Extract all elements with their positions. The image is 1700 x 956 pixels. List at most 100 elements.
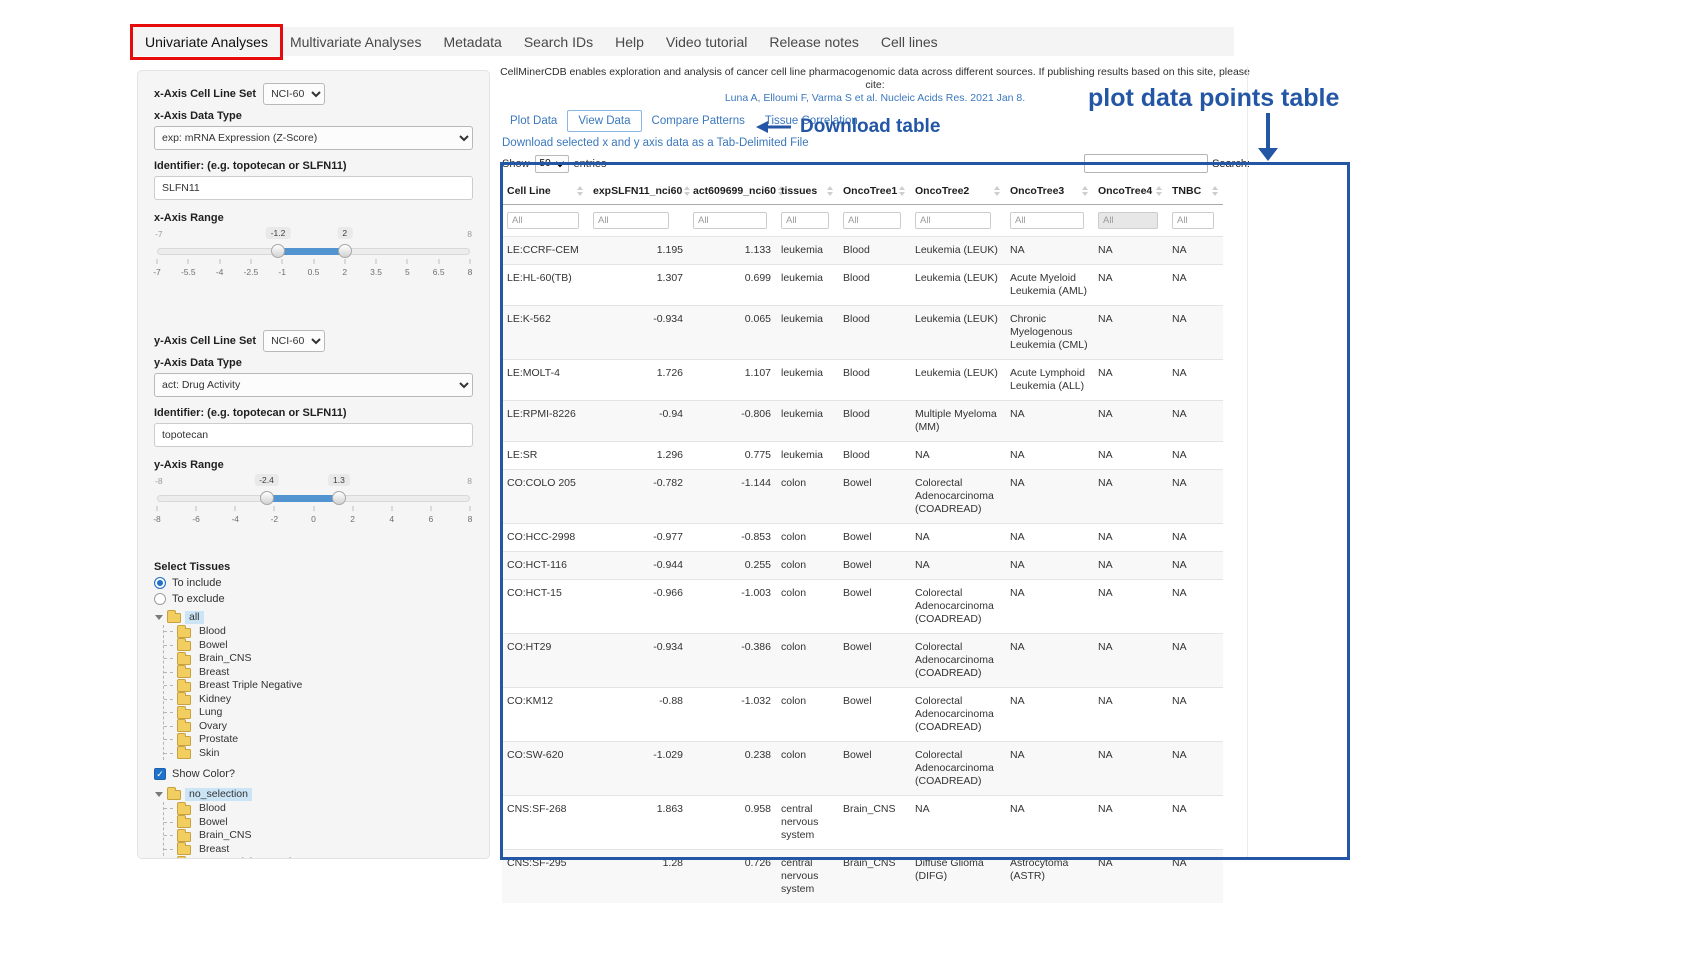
sort-icon[interactable] xyxy=(899,186,905,196)
entries-select[interactable]: 50 xyxy=(535,155,569,173)
col-header-oncotree2[interactable]: OncoTree2 xyxy=(910,178,1005,205)
tissue-tree-item-breast-triple-negative[interactable]: Breast Triple Negative xyxy=(164,679,473,693)
table-row[interactable]: CO:HCC-2998-0.977-0.853colonBowelNANANAN… xyxy=(502,524,1223,552)
tissue-tree-item-bowel[interactable]: Bowel xyxy=(164,639,473,653)
nav-item-cell-lines[interactable]: Cell lines xyxy=(870,28,949,56)
x-cell-line-set-select[interactable]: NCI-60 xyxy=(263,83,325,105)
table-row[interactable]: LE:CCRF-CEM1.1951.133leukemiaBloodLeukem… xyxy=(502,237,1223,265)
table-row[interactable]: LE:K-562-0.9340.065leukemiaBloodLeukemia… xyxy=(502,306,1223,360)
nav-item-search-ids[interactable]: Search IDs xyxy=(513,28,604,56)
table-row[interactable]: LE:HL-60(TB)1.3070.699leukemiaBloodLeuke… xyxy=(502,265,1223,306)
sort-icon[interactable] xyxy=(994,186,1000,196)
col-header-expslfn11-nci60[interactable]: expSLFN11_nci60 xyxy=(588,178,688,205)
filter-input-oncotree4[interactable] xyxy=(1098,212,1158,229)
citation-link[interactable]: Luna A, Elloumi F, Varma S et al. Nuclei… xyxy=(500,92,1250,105)
col-header-tissues[interactable]: tissues xyxy=(776,178,838,205)
sort-icon[interactable] xyxy=(1082,186,1088,196)
table-row[interactable]: LE:SR1.2960.775leukemiaBloodNANANANA xyxy=(502,442,1223,470)
filter-input-oncotree2[interactable] xyxy=(915,212,991,229)
tissue-tree-item-prostate[interactable]: Prostate xyxy=(164,733,473,747)
x-range-track[interactable] xyxy=(157,248,470,255)
sort-icon[interactable] xyxy=(684,186,690,196)
nav-item-release-notes[interactable]: Release notes xyxy=(758,28,870,56)
tree-caret-icon[interactable] xyxy=(155,615,163,620)
download-link[interactable]: Download selected x and y axis data as a… xyxy=(502,137,809,149)
table-row[interactable]: CO:HCT-116-0.9440.255colonBowelNANANANA xyxy=(502,552,1223,580)
tab-tissue-correlation[interactable]: Tissue Correlation xyxy=(755,111,868,131)
tissue-tree-item-kidney[interactable]: Kidney xyxy=(164,693,473,707)
table-row[interactable]: CO:KM12-0.88-1.032colonBowelColorectal A… xyxy=(502,688,1223,742)
col-header-oncotree4[interactable]: OncoTree4 xyxy=(1093,178,1167,205)
data-table: Cell LineexpSLFN11_nci60act609699_nci60t… xyxy=(502,178,1223,903)
col-header-oncotree3[interactable]: OncoTree3 xyxy=(1005,178,1093,205)
table-row[interactable]: CO:COLO 205-0.782-1.144colonBowelColorec… xyxy=(502,470,1223,524)
sort-icon[interactable] xyxy=(827,186,833,196)
color-tree-root-label[interactable]: no_selection xyxy=(185,788,252,801)
table-row[interactable]: CO:HCT-15-0.966-1.003colonBowelColorecta… xyxy=(502,580,1223,634)
tissue-include-radio[interactable]: To include xyxy=(154,577,473,589)
color-tree-item-blood[interactable]: Blood xyxy=(164,802,473,816)
nav-item-metadata[interactable]: Metadata xyxy=(432,28,512,56)
nav-item-help[interactable]: Help xyxy=(604,28,655,56)
show-color-checkbox[interactable]: ✓ Show Color? xyxy=(154,768,473,780)
x-data-type-select[interactable]: exp: mRNA Expression (Z-Score) xyxy=(154,126,473,150)
tissue-tree-item-breast[interactable]: Breast xyxy=(164,666,473,680)
tissue-tree-root[interactable]: all xyxy=(155,609,473,625)
x-identifier-input[interactable] xyxy=(154,176,473,200)
cell-cell-line: LE:RPMI-8226 xyxy=(502,401,588,442)
sort-icon[interactable] xyxy=(1212,186,1218,196)
y-range-handle-high[interactable] xyxy=(332,491,346,505)
table-row[interactable]: CNS:SF-2681.8630.958central nervous syst… xyxy=(502,796,1223,850)
tissue-exclude-radio[interactable]: To exclude xyxy=(154,593,473,605)
filter-input-act609699-nci60[interactable] xyxy=(693,212,767,229)
y-range-handle-low[interactable] xyxy=(260,491,274,505)
col-header-oncotree1[interactable]: OncoTree1 xyxy=(838,178,910,205)
col-header-cell-line[interactable]: Cell Line xyxy=(502,178,588,205)
filter-input-tnbc[interactable] xyxy=(1172,212,1214,229)
x-range-slider[interactable]: -78-1.22-7-5.5-4-2.5-10.523.556.58 xyxy=(157,242,470,284)
table-row[interactable]: CO:HT29-0.934-0.386colonBowelColorectal … xyxy=(502,634,1223,688)
color-tree-item-breast[interactable]: Breast xyxy=(164,843,473,857)
nav-item-video-tutorial[interactable]: Video tutorial xyxy=(655,28,758,56)
sort-icon[interactable] xyxy=(577,186,583,196)
tissue-tree-item-brain-cns[interactable]: Brain_CNS xyxy=(164,652,473,666)
table-row[interactable]: LE:RPMI-8226-0.94-0.806leukemiaBloodMult… xyxy=(502,401,1223,442)
tree-caret-icon[interactable] xyxy=(155,792,163,797)
y-range-slider[interactable]: -88-2.41.3-8-6-4-202468 xyxy=(157,489,470,531)
nav-item-multivariate-analyses[interactable]: Multivariate Analyses xyxy=(279,28,433,56)
table-row[interactable]: CNS:SF-2951.280.726central nervous syste… xyxy=(502,850,1223,904)
search-input[interactable] xyxy=(1084,154,1208,173)
cell-cell-line: CO:SW-620 xyxy=(502,742,588,796)
cell-oncotree1: Bowel xyxy=(838,634,910,688)
x-range-handle-high[interactable] xyxy=(338,244,352,258)
y-range-track[interactable] xyxy=(157,495,470,502)
color-tree-item-breast-triple-negative[interactable]: Breast Triple Negative xyxy=(164,856,473,859)
color-tree-root[interactable]: no_selection xyxy=(155,786,473,802)
cell-oncotree1: Bowel xyxy=(838,688,910,742)
filter-input-cell-line[interactable] xyxy=(507,212,579,229)
col-header-act609699-nci60[interactable]: act609699_nci60 xyxy=(688,178,776,205)
y-identifier-input[interactable] xyxy=(154,423,473,447)
sort-icon[interactable] xyxy=(1156,186,1162,196)
color-tree-item-brain-cns[interactable]: Brain_CNS xyxy=(164,829,473,843)
tissue-tree-item-lung[interactable]: Lung xyxy=(164,706,473,720)
tissue-tree-item-skin[interactable]: Skin xyxy=(164,747,473,761)
x-range-handle-low[interactable] xyxy=(271,244,285,258)
tab-view-data[interactable]: View Data xyxy=(567,110,641,132)
y-cell-line-set-select[interactable]: NCI-60 xyxy=(263,330,325,352)
filter-input-oncotree3[interactable] xyxy=(1010,212,1084,229)
tissue-tree-root-label[interactable]: all xyxy=(185,611,204,624)
tab-plot-data[interactable]: Plot Data xyxy=(500,111,567,131)
col-header-tnbc[interactable]: TNBC xyxy=(1167,178,1223,205)
color-tree-item-bowel[interactable]: Bowel xyxy=(164,816,473,830)
y-data-type-select[interactable]: act: Drug Activity xyxy=(154,373,473,397)
nav-item-univariate-analyses[interactable]: Univariate Analyses xyxy=(134,28,279,56)
tab-compare-patterns[interactable]: Compare Patterns xyxy=(642,111,755,131)
table-row[interactable]: LE:MOLT-41.7261.107leukemiaBloodLeukemia… xyxy=(502,360,1223,401)
tissue-tree-item-blood[interactable]: Blood xyxy=(164,625,473,639)
table-row[interactable]: CO:SW-620-1.0290.238colonBowelColorectal… xyxy=(502,742,1223,796)
filter-input-oncotree1[interactable] xyxy=(843,212,901,229)
filter-input-expslfn11-nci60[interactable] xyxy=(593,212,669,229)
tissue-tree-item-ovary[interactable]: Ovary xyxy=(164,720,473,734)
filter-input-tissues[interactable] xyxy=(781,212,829,229)
